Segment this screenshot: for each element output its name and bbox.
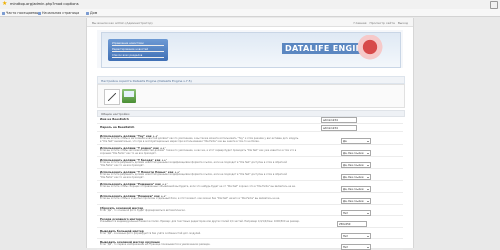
setting-row: Использовать долями "Ромашка" как ++' Ес… bbox=[97, 181, 403, 193]
action-icons bbox=[97, 84, 405, 108]
header-banner: Управление новостями Редактирование ново… bbox=[97, 30, 403, 68]
quick-menu-item[interactable]: Управление новостями bbox=[112, 42, 164, 46]
setting-row: Выводить основной мастер крупным Если "Д… bbox=[97, 239, 403, 250]
setting-description: Если вы хотите чтобы заголовки новостей … bbox=[100, 149, 297, 155]
banner-inner: Управление новостями Редактирование ново… bbox=[101, 32, 401, 68]
setting-description: Если вы хотите разрешить долями новостей… bbox=[100, 161, 287, 167]
setting-row: Выводить большой мастер Если "Да", основ… bbox=[97, 228, 403, 239]
setting-select[interactable]: Нет bbox=[341, 244, 371, 250]
setting-row: Использовать долями "Т роден" как ++' Ес… bbox=[97, 145, 403, 157]
setting-row: Сбросить основной мастер Если "Да", то о… bbox=[97, 205, 403, 216]
link-logout[interactable]: Выход bbox=[398, 21, 408, 25]
link-view-site[interactable]: Просмотр сайта bbox=[370, 21, 395, 25]
link-home[interactable]: Главная bbox=[354, 21, 367, 25]
top-links: Главная Просмотр сайта Выход bbox=[354, 21, 408, 25]
quick-menu-item[interactable]: Список всех разделов bbox=[112, 54, 164, 58]
decorative-swirl-icon bbox=[350, 35, 400, 65]
quick-menu: Управление новостями Редактирование ново… bbox=[108, 39, 168, 61]
bookmark-icon bbox=[38, 11, 41, 15]
setting-row: Использовать долями "Т Новости Новые" ка… bbox=[97, 169, 403, 181]
setting-input[interactable]: admin1234 bbox=[321, 125, 357, 131]
setting-description: Если вы хотите разрешить долями новостей… bbox=[100, 173, 287, 179]
setting-input[interactable]: 250х250 bbox=[337, 221, 367, 227]
setting-label: Пароль на BeesKatch bbox=[100, 125, 135, 129]
address-bar[interactable]: mindtop.org/admin.php?mod=options bbox=[10, 2, 79, 6]
setting-description: Если "Да", основные фото формируются без… bbox=[100, 232, 201, 235]
breadcrumb-text: Настройка скрипта DataLife Engine (DataL… bbox=[101, 78, 192, 83]
setting-select[interactable]: Да, без ссылки bbox=[341, 174, 371, 180]
setting-description: Если вы хотите чтобы в заголовках новост… bbox=[100, 137, 299, 143]
setting-select[interactable]: Да bbox=[341, 138, 371, 144]
settings-icon[interactable] bbox=[122, 89, 136, 103]
setting-row: Пароль на BeesKatch admin1234 bbox=[97, 124, 403, 132]
setting-select[interactable]: Да, без ссылки bbox=[341, 150, 371, 156]
breadcrumb: Настройка скрипта DataLife Engine (DataL… bbox=[97, 76, 405, 84]
setting-select[interactable]: Да, без ссылки bbox=[341, 198, 371, 204]
setting-description: Если "Да", то основной фото будет формир… bbox=[100, 209, 186, 212]
bookmark-icon bbox=[86, 11, 89, 15]
setting-select[interactable]: Да, без ссылки bbox=[341, 162, 371, 168]
setting-select[interactable]: Да, без ссылки bbox=[341, 186, 371, 192]
bookmark-item[interactable]: Начальная страница bbox=[38, 11, 79, 15]
setting-row: Использовать долями "Новинки" как ++' Ес… bbox=[97, 193, 403, 205]
top-bar: Вы вошли как admin (Администратор) Главн… bbox=[87, 18, 413, 27]
bookmarks-bar: Часто посещаемые Начальная страница Дом bbox=[0, 9, 500, 17]
setting-description: Если вы хотите чтобы в коде был прописан… bbox=[100, 197, 281, 200]
setting-row: Резерв основного мастера Указывается инд… bbox=[97, 216, 403, 228]
setting-description: Указывается индивидуальный символ в поля… bbox=[100, 220, 300, 223]
bookmark-item[interactable]: Часто посещаемые bbox=[2, 11, 40, 15]
setting-input[interactable]: admin1234 bbox=[321, 117, 357, 123]
edit-icon[interactable] bbox=[104, 89, 120, 105]
setting-row: Использовать долями "Т беседа" как ++' Е… bbox=[97, 157, 403, 169]
browser-menu-button[interactable] bbox=[490, 1, 498, 9]
setting-row: Использовать долями "Тау" как ++' Если в… bbox=[97, 133, 403, 145]
star-icon[interactable]: ★ bbox=[2, 1, 8, 7]
setting-description: Если вы хотите чтобы сборщик отправленны… bbox=[100, 185, 296, 188]
setting-description: Если "Да", то первое изображение на стра… bbox=[100, 243, 211, 246]
quick-menu-item[interactable]: Редактирование новостей bbox=[112, 48, 164, 52]
setting-label: Имя на BeesKatch bbox=[100, 117, 129, 121]
bookmark-item[interactable]: Дом bbox=[86, 11, 97, 15]
welcome-text: Вы вошли как admin (Администратор) bbox=[92, 20, 153, 25]
bookmark-icon bbox=[2, 11, 5, 15]
setting-row: Имя на BeesKatch admin1234 bbox=[97, 116, 403, 124]
admin-panel: Вы вошли как admin (Администратор) Главн… bbox=[86, 18, 414, 250]
